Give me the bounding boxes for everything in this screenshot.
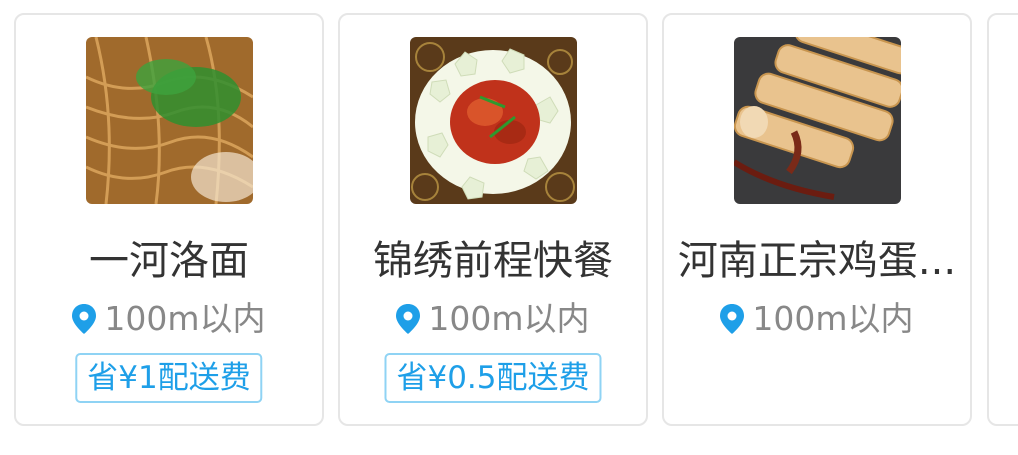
shop-card[interactable]: 一河洛面 100m以内 省¥1配送费 <box>14 13 324 426</box>
delivery-discount-badge: 省¥0.5配送费 <box>384 353 602 403</box>
delivery-discount-badge: 省¥1配送费 <box>75 353 263 403</box>
shop-image <box>410 37 577 204</box>
shop-card-partial[interactable] <box>987 13 1018 426</box>
shop-card[interactable]: 河南正宗鸡蛋... 100m以内 <box>662 13 972 426</box>
location-pin-icon <box>396 304 421 334</box>
shop-name: 一河洛面 <box>89 238 249 284</box>
shop-name: 锦绣前程快餐 <box>373 238 613 284</box>
shop-distance: 100m以内 <box>16 299 322 339</box>
location-pin-icon <box>72 304 97 334</box>
distance-label: 100m以内 <box>104 299 266 338</box>
shop-distance: 100m以内 <box>664 299 970 339</box>
location-pin-icon <box>720 304 745 334</box>
shop-card[interactable]: 锦绣前程快餐 100m以内 省¥0.5配送费 <box>338 13 648 426</box>
shop-name: 河南正宗鸡蛋... <box>677 238 957 284</box>
distance-label: 100m以内 <box>428 299 590 338</box>
shop-image <box>86 37 253 204</box>
shop-image <box>734 37 901 204</box>
shop-carousel: 一河洛面 100m以内 省¥1配送费 锦绣前程快餐 100m以内 省¥0.5配送… <box>0 0 1018 455</box>
distance-label: 100m以内 <box>752 299 914 338</box>
shop-distance: 100m以内 <box>340 299 646 339</box>
